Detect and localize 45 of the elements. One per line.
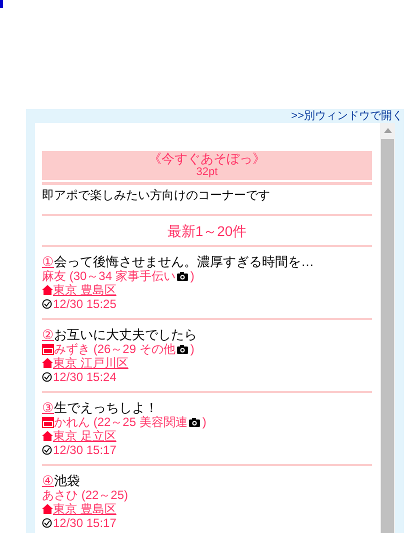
clock-icon	[42, 445, 52, 455]
scroll-thumb[interactable]	[381, 139, 394, 533]
post-time: 12/30 15:17	[53, 443, 116, 457]
post-number-link[interactable]: ④	[42, 473, 54, 488]
post-title: 池袋	[54, 473, 80, 488]
house-icon	[42, 285, 53, 295]
badge-icon	[42, 416, 54, 428]
section-heading: 最新1～20件	[166, 223, 248, 239]
house-icon	[42, 358, 53, 368]
camera-icon	[177, 344, 188, 354]
scrollbar[interactable]	[380, 123, 395, 533]
camera-icon	[189, 418, 200, 426]
post-number-link[interactable]: ③	[42, 400, 54, 415]
description-text: 即アポで楽しみたい方向けのコーナーです	[42, 188, 271, 202]
scroll-up-icon[interactable]	[384, 128, 392, 133]
camera-icon	[177, 272, 188, 280]
house-icon	[42, 431, 53, 441]
post-time: 12/30 15:17	[53, 516, 116, 530]
location-link[interactable]: 東京 江戸川区	[53, 356, 128, 370]
points-label: 32pt	[196, 166, 218, 179]
header-title: 《今すぐあそぼっ》	[148, 152, 266, 166]
post-title: 会って後悔させません。濃厚すぎる時間を…	[54, 254, 314, 269]
poster-info: かれん (22～25 美容関連	[54, 415, 188, 429]
open-window-link[interactable]: >>別ウィンドウで開く	[291, 110, 403, 122]
clock-icon	[42, 518, 52, 528]
house-icon	[42, 504, 53, 514]
poster-info-end: )	[202, 415, 206, 429]
post-number-link[interactable]: ①	[42, 254, 54, 269]
poster-info: みずき (26～29 その他	[54, 342, 176, 356]
poster-info: あさひ (22～25)	[42, 488, 128, 502]
clock-icon	[42, 372, 52, 382]
post-number-link[interactable]: ②	[42, 327, 54, 342]
location-link[interactable]: 東京 豊島区	[53, 283, 116, 297]
poster-info-end: )	[190, 269, 194, 283]
post-time: 12/30 15:24	[53, 370, 116, 384]
location-link[interactable]: 東京 豊島区	[53, 502, 116, 516]
location-link[interactable]: 東京 足立区	[53, 429, 116, 443]
poster-info-end: )	[190, 342, 194, 356]
post-time: 12/30 15:25	[53, 297, 116, 311]
corner-mark	[0, 0, 3, 8]
poster-info: 麻友 (30～34 家事手伝い	[42, 269, 176, 283]
post-title: お互いに大丈夫でしたら	[54, 327, 197, 342]
clock-icon	[42, 299, 52, 309]
badge-icon	[42, 344, 54, 354]
post-title: 生でえっちしよ！	[54, 400, 158, 415]
